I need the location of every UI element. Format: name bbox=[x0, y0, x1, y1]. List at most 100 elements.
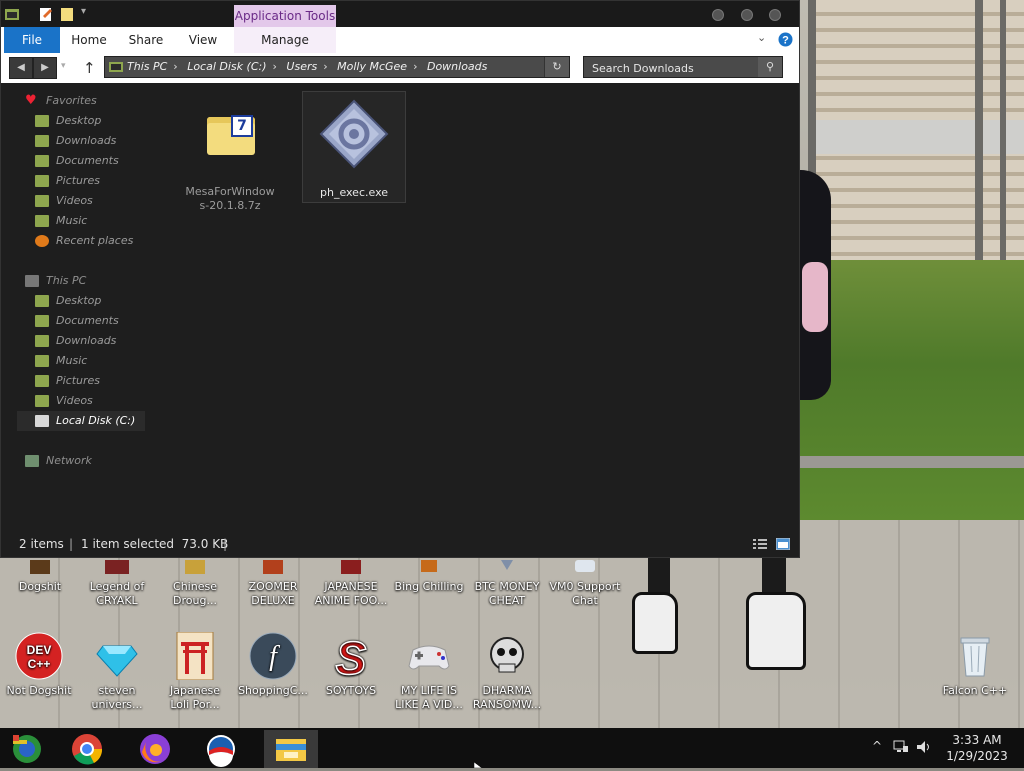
nav-pc-pictures[interactable]: Pictures bbox=[1, 371, 161, 391]
search-input[interactable] bbox=[590, 58, 754, 78]
desktop-icon-label: MY LIFE IS LIKE A VID... bbox=[395, 684, 463, 711]
large-icons-view-icon[interactable] bbox=[776, 538, 790, 550]
wallpaper-fence-band bbox=[815, 120, 1024, 154]
nav-pc-music[interactable]: Music bbox=[1, 351, 161, 371]
show-hidden-icons-icon[interactable]: ^ bbox=[872, 739, 882, 753]
nav-favorites-recent-places[interactable]: Recent places bbox=[1, 231, 161, 251]
tab-file[interactable]: File bbox=[4, 27, 60, 53]
search-icon[interactable]: ⚲ bbox=[758, 57, 782, 77]
nav-favorites-downloads[interactable]: Downloads bbox=[1, 131, 161, 151]
details-view-icon[interactable] bbox=[753, 538, 767, 550]
properties-icon[interactable] bbox=[39, 7, 53, 21]
maximize-button[interactable] bbox=[741, 9, 753, 21]
nav-pc-documents[interactable]: Documents bbox=[1, 311, 161, 331]
desktop-icon-shopping[interactable]: f ShoppingC... bbox=[235, 632, 311, 698]
desktop-icon-steven-universe[interactable]: steven univers... bbox=[79, 632, 155, 712]
taskbar-app-1[interactable] bbox=[4, 730, 50, 768]
file-name: MesaForWindows-20.1.8.7z bbox=[185, 185, 275, 212]
breadcrumb-separator-icon[interactable]: › bbox=[323, 60, 327, 73]
tab-manage[interactable]: Manage bbox=[251, 27, 319, 53]
desktop-icon-vm0-support-chat[interactable]: VM0 Support Chat bbox=[547, 560, 623, 608]
taskbar-obama-logo[interactable] bbox=[198, 730, 244, 768]
up-arrow-icon[interactable]: ↑ bbox=[83, 59, 96, 77]
nav-this-pc[interactable]: This PC bbox=[1, 271, 161, 291]
firefox-icon bbox=[140, 734, 170, 764]
nav-favorites-music[interactable]: Music bbox=[1, 211, 161, 231]
navigation-pane: ♥ Favorites Desktop Downloads Documents … bbox=[1, 87, 161, 527]
wallpaper-sneaker bbox=[632, 592, 678, 654]
tab-share[interactable]: Share bbox=[123, 27, 169, 53]
pictures-folder-icon bbox=[35, 375, 49, 387]
desktop-icon-soytoys[interactable]: S SOYTOYS bbox=[313, 631, 389, 698]
breadcrumb-local-disk[interactable]: Local Disk (C:) bbox=[187, 60, 266, 73]
desktop-icon-dogshit[interactable]: Dogshit bbox=[2, 560, 78, 594]
nav-pc-videos[interactable]: Videos bbox=[1, 391, 161, 411]
desktop-icon-falcon-cpp[interactable]: Falcon C++ bbox=[937, 632, 1013, 698]
taskbar-chrome[interactable] bbox=[64, 730, 110, 768]
nav-label: Videos bbox=[56, 194, 93, 207]
mouse-cursor-icon bbox=[474, 762, 482, 768]
music-folder-icon bbox=[35, 215, 49, 227]
desktop-icon-label: steven univers... bbox=[91, 684, 143, 711]
breadcrumb-downloads[interactable]: Downloads bbox=[427, 60, 487, 73]
clock[interactable]: 3:33 AM 1/29/2023 bbox=[940, 732, 1014, 764]
videos-folder-icon bbox=[35, 395, 49, 407]
tab-view[interactable]: View bbox=[181, 27, 225, 53]
wallpaper-rail bbox=[800, 456, 1024, 468]
breadcrumb-separator-icon[interactable]: › bbox=[173, 60, 177, 73]
desktop-icon-legend-of-cryakl[interactable]: Legend of CRYAKL bbox=[79, 560, 155, 608]
address-bar[interactable]: This PC › Local Disk (C:) › Users › Molly M… bbox=[104, 56, 570, 78]
nav-favorites[interactable]: ♥ Favorites bbox=[1, 91, 161, 111]
computer-icon bbox=[25, 275, 39, 287]
expand-ribbon-icon[interactable]: ⌄ bbox=[757, 31, 766, 44]
address-row: ◀ ▶ ▾ ↑ This PC › Local Disk (C:) › Users ›… bbox=[1, 53, 799, 83]
nav-pc-downloads[interactable]: Downloads bbox=[1, 331, 161, 351]
nav-favorites-pictures[interactable]: Pictures bbox=[1, 171, 161, 191]
app-icon bbox=[171, 560, 219, 576]
desktop-icon-my-life-is-like-a-video[interactable]: MY LIFE IS LIKE A VID... bbox=[391, 632, 467, 712]
breadcrumb-this-pc[interactable]: This PC bbox=[127, 60, 167, 73]
desktop-icon-btc-money-cheat[interactable]: BTC MONEY CHEAT bbox=[469, 560, 545, 608]
desktop-icon-chinese-drougs[interactable]: Chinese Droug... bbox=[157, 560, 233, 608]
desktop-icon-japanese-loli[interactable]: Japanese Loli Por... bbox=[157, 631, 233, 712]
nav-pc-local-disk[interactable]: Local Disk (C:) bbox=[17, 411, 145, 431]
taskbar-file-explorer[interactable] bbox=[264, 730, 318, 768]
desktop-icon-not-dogshit[interactable]: DEV C++ Not Dogshit bbox=[1, 632, 77, 698]
desktop-icon-bing-chilling[interactable]: Bing Chilling bbox=[391, 560, 467, 594]
title-bar: ▾ Application Tools bbox=[1, 1, 799, 27]
volume-icon[interactable] bbox=[916, 740, 932, 754]
hard-drive-icon bbox=[35, 415, 49, 427]
customize-quick-access-icon[interactable]: ▾ bbox=[81, 6, 95, 20]
nav-pc-desktop[interactable]: Desktop bbox=[1, 291, 161, 311]
network-status-icon[interactable] bbox=[893, 740, 909, 754]
breadcrumb-user[interactable]: Molly McGee bbox=[337, 60, 407, 73]
app-icon bbox=[483, 560, 531, 576]
breadcrumb-users[interactable]: Users bbox=[286, 60, 317, 73]
breadcrumb-separator-icon[interactable]: › bbox=[273, 60, 277, 73]
refresh-icon[interactable]: ↻ bbox=[544, 57, 569, 77]
svg-text:DEV: DEV bbox=[27, 643, 52, 657]
forward-button[interactable]: ▶ bbox=[33, 57, 57, 79]
close-button[interactable] bbox=[769, 9, 781, 21]
desktop-icon-label: Falcon C++ bbox=[942, 684, 1008, 697]
minimize-button[interactable] bbox=[712, 9, 724, 21]
nav-network[interactable]: Network bbox=[1, 451, 161, 471]
new-folder-icon[interactable] bbox=[61, 7, 75, 21]
back-button[interactable]: ◀ bbox=[9, 57, 33, 79]
nav-favorites-documents[interactable]: Documents bbox=[1, 151, 161, 171]
help-icon[interactable]: ? bbox=[778, 32, 793, 47]
nav-favorites-desktop[interactable]: Desktop bbox=[1, 111, 161, 131]
breadcrumb-separator-icon[interactable]: › bbox=[413, 60, 417, 73]
nav-favorites-videos[interactable]: Videos bbox=[1, 191, 161, 211]
desktop-icon-zoomer-deluxe[interactable]: ZOOMER DELUXE bbox=[235, 560, 311, 608]
desktop-icon-label: VM0 Support Chat bbox=[549, 580, 621, 607]
desktop-icon-japanese-anime[interactable]: JAPANESE ANIME FOO... bbox=[313, 560, 389, 608]
taskbar-firefox[interactable] bbox=[132, 730, 178, 768]
app-icon bbox=[561, 560, 609, 576]
nav-label: Local Disk (C:) bbox=[56, 414, 136, 427]
recent-locations-icon[interactable]: ▾ bbox=[61, 61, 66, 71]
tab-home[interactable]: Home bbox=[67, 27, 111, 53]
status-bar: 2 items | 1 item selected 73.0 KB | bbox=[1, 531, 799, 557]
desktop-icon-dharma-ransomware[interactable]: DHARMA RANSOMW... bbox=[469, 632, 545, 712]
pictures-folder-icon bbox=[35, 175, 49, 187]
